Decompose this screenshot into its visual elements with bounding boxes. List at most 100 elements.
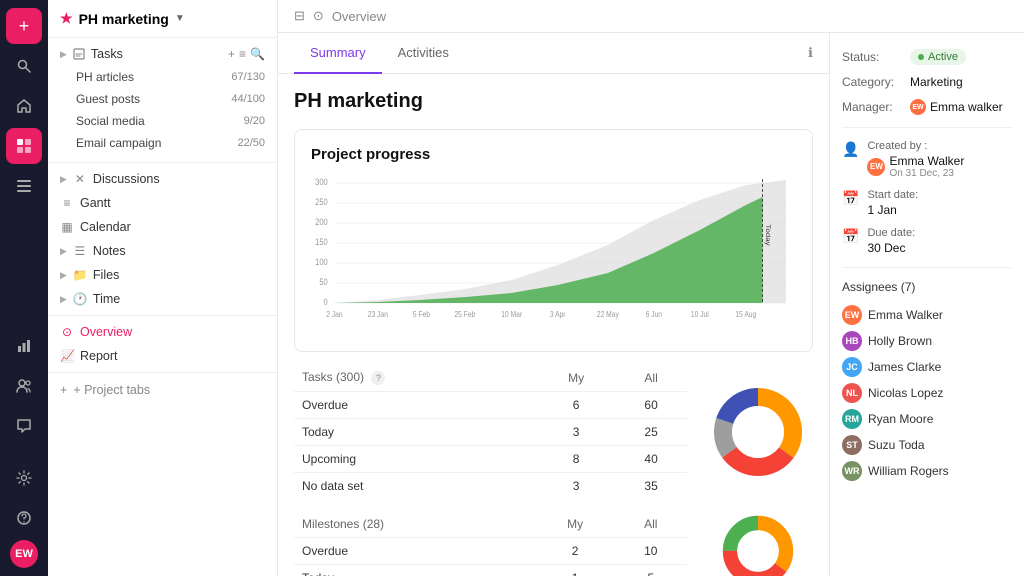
start-date-content: Start date: 1 Jan [867,189,1012,217]
milestone-today-my: 1 [536,565,615,576]
divider-2 [842,267,1012,268]
time-expand-icon: ▶ [60,294,67,305]
created-by-label: Created by : [867,140,1012,152]
tasks-expand-icon: ▶ [60,49,67,60]
task-social-media[interactable]: Social media 9/20 [48,110,277,132]
milestones-all-header: All [615,511,687,538]
sidebar-item-files[interactable]: ▶ 📁 Files [48,263,277,287]
search-task-icon[interactable]: 🔍 [250,47,265,61]
tasks-header: ▶ Tasks + ≡ 🔍 [48,42,277,66]
manager-value-container: EW Emma walker [910,99,1003,115]
assignee-holly[interactable]: HB Holly Brown [842,328,1012,354]
add-tab-icon: + [60,383,67,397]
overview-breadcrumb-icon: ⊙ [313,8,324,24]
milestones-stats-table: Milestones (28) My All Overdue 2 [294,511,687,576]
people-nav-icon[interactable] [6,368,42,404]
assignee-emma-avatar: EW [842,305,862,325]
sidebar-project-header[interactable]: ★ PH marketing ▼ [48,0,277,38]
gantt-label: Gantt [80,196,265,210]
svg-text:200: 200 [315,216,328,227]
svg-text:300: 300 [315,176,328,187]
creator-info: EW Emma Walker On 31 Dec, 23 [867,154,1012,179]
assignee-emma[interactable]: EW Emma Walker [842,302,1012,328]
reports-nav-icon[interactable] [6,328,42,364]
sidebar-toggle-icon[interactable]: ⊟ [294,8,305,24]
svg-text:25 Feb: 25 Feb [454,309,475,319]
creator-name: Emma Walker [889,154,964,168]
settings-nav-icon[interactable] [6,460,42,496]
nav-bar: + EW [0,0,48,576]
assignee-suzu-name: Suzu Toda [868,438,925,452]
status-value: Active [928,51,958,63]
sidebar-item-gantt[interactable]: ≡ Gantt [48,191,277,215]
search-nav-icon[interactable] [6,48,42,84]
start-date-row: 📅 Start date: 1 Jan [842,189,1012,217]
created-by-icon: 👤 [842,141,859,158]
milestones-stats-section: Milestones (28) My All Overdue 2 [294,511,813,576]
tab-summary[interactable]: Summary [294,33,382,74]
ph-articles-label: PH articles [76,70,231,84]
help-nav-icon[interactable] [6,500,42,536]
svg-text:22 May: 22 May [597,309,619,319]
assignee-suzu[interactable]: ST Suzu Toda [842,432,1012,458]
due-date-content: Due date: 30 Dec [867,227,1012,255]
main-content: ⊟ ⊙ Overview Summary Activities ℹ PH mar… [278,0,1024,576]
tasks-help-icon[interactable]: ? [371,371,385,385]
tab-activities[interactable]: Activities [382,33,465,74]
filter-icon[interactable]: ≡ [239,47,246,61]
svg-text:2 Jan: 2 Jan [326,309,342,319]
notes-label: Notes [93,244,265,258]
milestones-donut-svg [708,511,808,576]
start-date-label: Start date: [867,189,1012,201]
calendar-icon: ▦ [60,220,74,234]
assignees-title: Assignees (7) [842,280,1012,294]
task-row-nodataset: No data set 3 35 [294,473,687,500]
svg-text:5 Feb: 5 Feb [413,309,430,319]
info-icon[interactable]: ℹ [808,45,813,61]
everything-nav-icon[interactable] [6,168,42,204]
sidebar-item-calendar[interactable]: ▦ Calendar [48,215,277,239]
sidebar-item-discussions[interactable]: ▶ ✕ Discussions [48,167,277,191]
tasks-actions: + ≡ 🔍 [228,47,265,61]
sidebar-item-time[interactable]: ▶ 🕐 Time [48,287,277,311]
report-label: Report [80,349,265,363]
milestone-overdue-all: 10 [615,538,687,565]
overview-icon: ⊙ [60,325,74,339]
tasks-donut [703,364,813,499]
tasks-label: Tasks [91,47,222,61]
add-task-icon[interactable]: + [228,47,235,61]
task-upcoming-label: Upcoming [294,446,537,473]
task-today-my: 3 [537,419,615,446]
assignee-james[interactable]: JC James Clarke [842,354,1012,380]
milestone-today-all: 5 [615,565,687,576]
add-button[interactable]: + [6,8,42,44]
progress-chart: 300 250 200 150 100 50 0 [311,175,796,335]
chart-title: Project progress [311,146,796,163]
created-by-row: 👤 Created by : EW Emma Walker On 31 Dec,… [842,140,1012,179]
category-row: Category: Marketing [842,75,1012,89]
home-nav-icon[interactable] [6,88,42,124]
notes-expand-icon: ▶ [60,246,67,257]
add-project-tabs[interactable]: + + Project tabs [48,377,277,403]
notes-icon: ☰ [73,244,87,258]
sidebar-item-notes[interactable]: ▶ ☰ Notes [48,239,277,263]
task-row-upcoming: Upcoming 8 40 [294,446,687,473]
chat-nav-icon[interactable] [6,408,42,444]
milestone-today-label: Today [294,565,536,576]
files-label: Files [93,268,265,282]
task-row-overdue: Overdue 6 60 [294,392,687,419]
assignee-nicolas[interactable]: NL Nicolas Lopez [842,380,1012,406]
sidebar-item-overview[interactable]: ⊙ Overview [48,320,277,344]
milestone-overdue-my: 2 [536,538,615,565]
task-guest-posts[interactable]: Guest posts 44/100 [48,88,277,110]
sidebar-item-report[interactable]: 📈 Report [48,344,277,368]
assignee-william[interactable]: WR William Rogers [842,458,1012,484]
task-ph-articles[interactable]: PH articles 67/130 [48,66,277,88]
manager-value: Emma walker [930,100,1003,114]
task-email-campaign[interactable]: Email campaign 22/50 [48,132,277,154]
milestone-row-today: Today 1 5 [294,565,687,576]
assignee-ryan[interactable]: RM Ryan Moore [842,406,1012,432]
projects-nav-icon[interactable] [6,128,42,164]
assignee-nicolas-avatar: NL [842,383,862,403]
user-avatar[interactable]: EW [10,540,38,568]
